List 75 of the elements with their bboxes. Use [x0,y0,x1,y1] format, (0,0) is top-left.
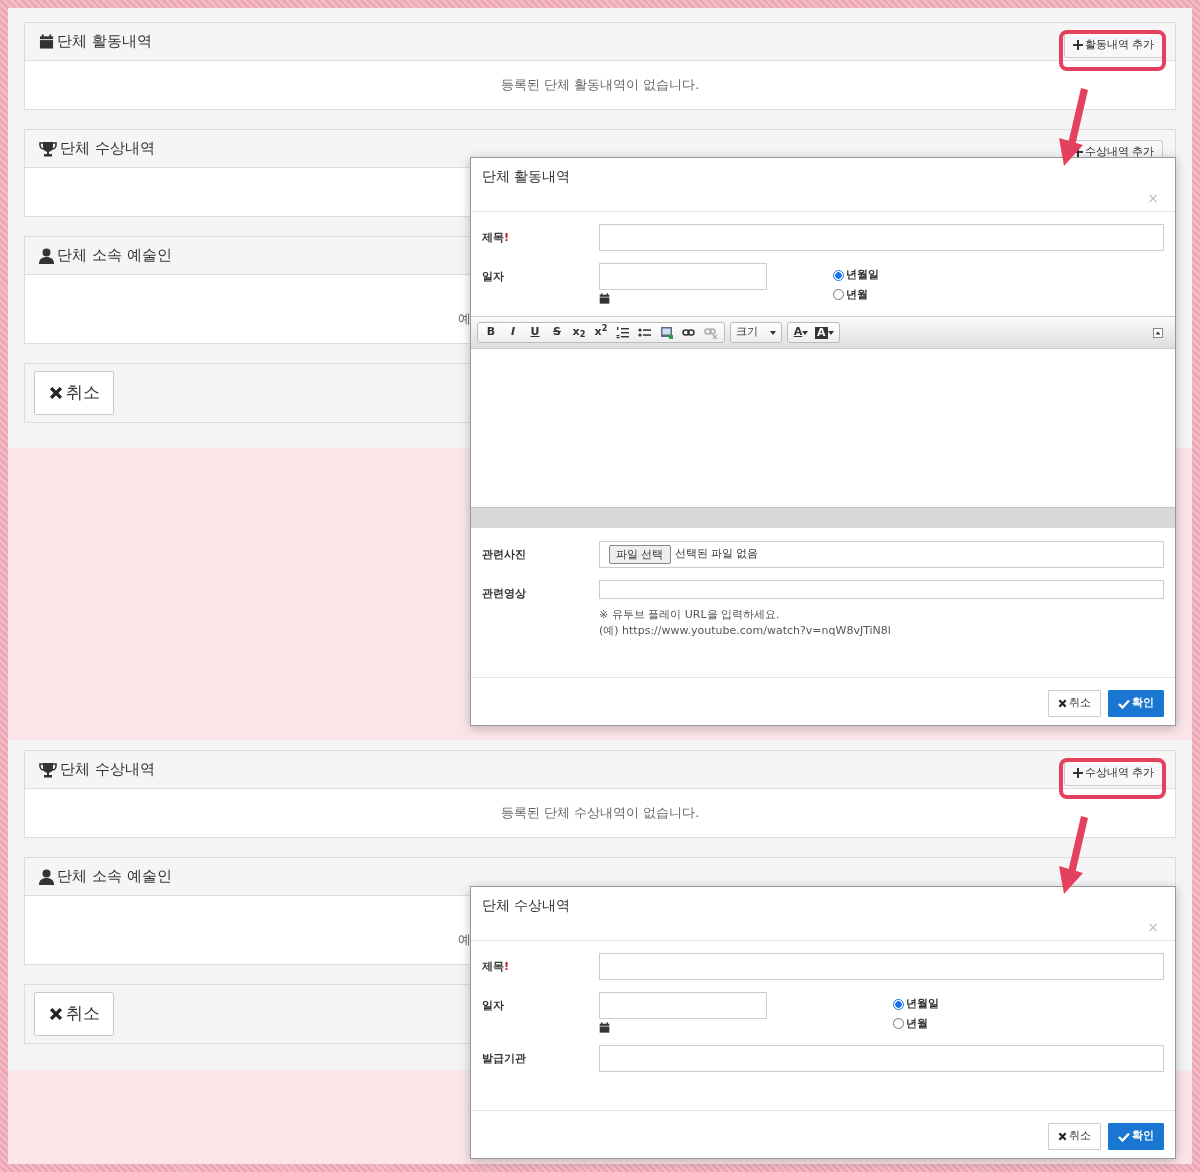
date-field[interactable] [599,992,767,1019]
user-icon [39,247,54,264]
underline-button[interactable]: U [524,323,546,342]
input-field[interactable] [599,953,1164,980]
strikethrough-button[interactable]: S [546,323,568,342]
date-field[interactable] [599,263,767,290]
field-label: 제목! [482,230,511,246]
radio-button[interactable] [833,289,844,301]
cancel-button[interactable]: 취소 [34,992,114,1036]
calendar-icon [599,293,610,304]
radio-button[interactable] [893,998,904,1010]
background-color-button[interactable]: A [812,323,837,342]
radio-option[interactable]: 년월 [833,286,879,303]
section-title: 단체 수상내역 [60,138,155,160]
check-icon [1118,698,1130,709]
image-icon [660,325,674,340]
add-button[interactable]: 활동내역 추가 [1063,33,1163,58]
radio-button[interactable] [833,269,844,281]
input-field[interactable] [599,1045,1164,1072]
radio-option[interactable]: 년월 [893,1015,939,1032]
caret-icon [770,330,776,335]
calendar-icon [39,34,54,49]
check-icon [1118,1131,1130,1142]
file-status-text: 선택된 파일 없음 [674,546,759,563]
field-label: 일자 [482,998,505,1014]
bold-button[interactable]: B [480,323,502,342]
file-field[interactable]: 파일 선택 선택된 파일 없음 [599,541,1164,568]
empty-message: 등록된 단체 활동내역이 없습니다. [500,76,700,95]
unlink-icon [704,325,718,340]
close-icon [48,386,63,400]
plus-icon [1072,40,1083,51]
hint-text: (예) https://www.youtube.com/watch?v=nqW8vJTiN8l [599,623,892,639]
caret-icon [802,330,809,335]
field-label: 제목! [482,959,511,975]
radio-option[interactable]: 년월일 [893,996,939,1013]
trophy-icon [39,761,57,778]
trophy-icon [39,140,57,157]
section-title: 단체 활동내역 [57,31,152,53]
hint-text: ※ 유투브 플레이 URL을 입력하세요. [599,607,781,623]
ordered-list-icon [616,325,630,340]
section-title: 단체 수상내역 [60,759,155,781]
subscript-button[interactable]: x$_{2}$ [568,323,590,342]
plus-icon [1072,768,1083,779]
add-button[interactable]: 수상내역 추가 [1063,761,1163,786]
field-label: 발급기관 [482,1051,527,1067]
caret-icon [827,330,834,335]
close-icon [1058,699,1067,708]
superscript-button[interactable]: x$^{2}$ [590,323,612,342]
radio-option[interactable]: 년월일 [833,267,879,284]
confirm-button[interactable]: 확인 [1108,1123,1164,1150]
input-field[interactable] [599,224,1164,251]
calendar-icon [599,1022,610,1033]
user-icon [39,868,54,885]
collapse-icon [1153,327,1163,338]
choose-file-button[interactable]: 파일 선택 [609,545,671,564]
modal-title: 단체 수상내역 [482,896,571,915]
close-icon [48,1007,63,1021]
field-label: 관련영상 [482,586,527,602]
section-title: 단체 소속 예술인 [57,245,172,267]
empty-message: 예 [458,931,471,950]
modal-title: 단체 활동내역 [482,167,571,186]
empty-message: 예 [458,310,471,329]
italic-button[interactable]: I [502,323,524,342]
input-field[interactable] [599,580,1164,599]
font-color-button[interactable]: A [790,323,812,342]
cancel-button[interactable]: 취소 [34,371,114,415]
confirm-button[interactable]: 확인 [1108,690,1164,717]
radio-button[interactable] [893,1018,904,1030]
cancel-button[interactable]: 취소 [1048,690,1101,717]
section-title: 단체 소속 예술인 [57,866,172,888]
cancel-button[interactable]: 취소 [1048,1123,1101,1150]
field-label: 일자 [482,269,505,285]
field-label: 관련사진 [482,547,527,563]
empty-message: 등록된 단체 수상내역이 없습니다. [500,804,700,823]
close-icon [1058,1132,1067,1141]
